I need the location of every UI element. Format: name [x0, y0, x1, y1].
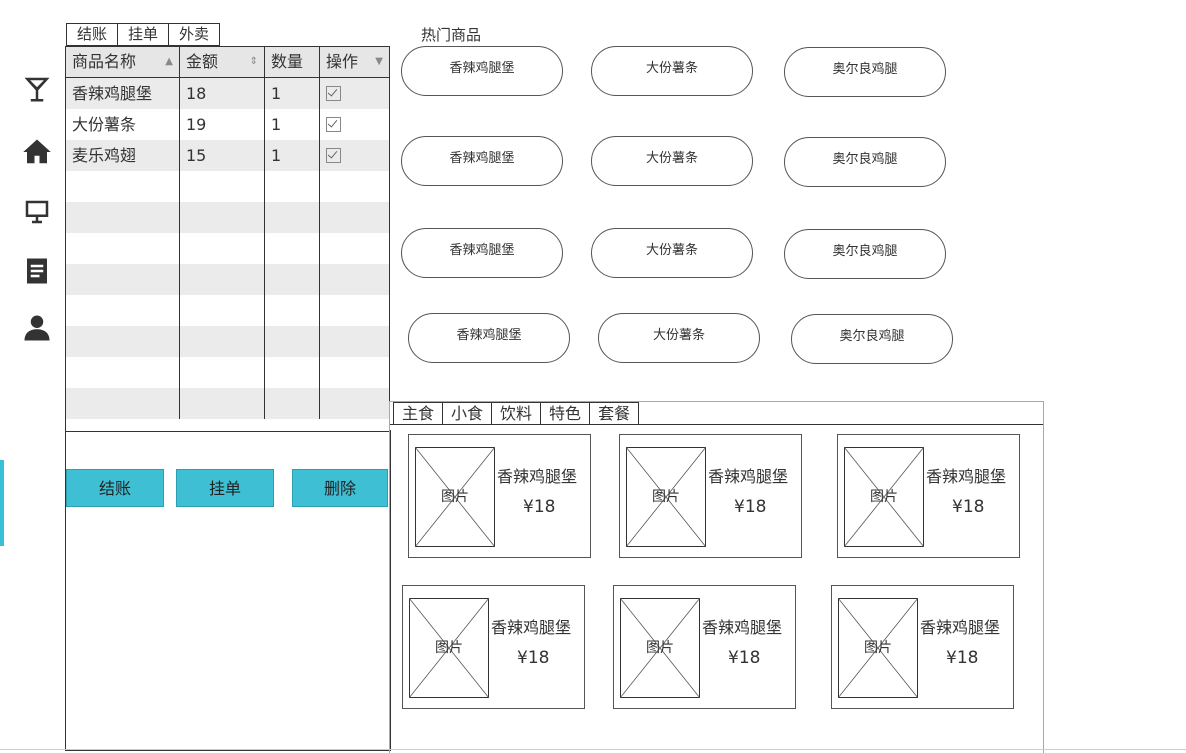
sort-asc-icon: ▲	[165, 56, 173, 67]
table-header: 商品名称 ▲ 金额 ⇕ 数量 操作 ▼	[66, 47, 389, 78]
cell-name: 麦乐鸡翅	[66, 140, 180, 171]
column-header-action[interactable]: 操作 ▼	[320, 47, 389, 77]
monitor-icon[interactable]	[22, 197, 52, 227]
document-icon[interactable]	[22, 256, 52, 286]
row-checkbox[interactable]	[326, 117, 341, 132]
image-label: 图片	[435, 640, 463, 656]
hot-item[interactable]: 大份薯条	[591, 228, 753, 278]
empty-row	[66, 357, 389, 388]
product-name: 香辣鸡腿堡	[702, 618, 783, 637]
hot-item[interactable]: 大份薯条	[591, 46, 753, 96]
empty-row	[66, 326, 389, 357]
cell-amount: 19	[180, 109, 265, 140]
empty-row	[66, 233, 389, 264]
table-row[interactable]: 麦乐鸡翅 15 1	[66, 140, 389, 171]
product-price: ¥18	[517, 648, 550, 668]
image-label: 图片	[646, 640, 674, 656]
product-name: 香辣鸡腿堡	[708, 467, 789, 486]
image-label: 图片	[652, 489, 680, 505]
product-card[interactable]: 图片 香辣鸡腿堡 ¥18	[402, 585, 585, 709]
product-name: 香辣鸡腿堡	[497, 467, 578, 486]
hot-item[interactable]: 香辣鸡腿堡	[401, 228, 563, 278]
delete-button[interactable]: 删除	[292, 469, 388, 507]
row-checkbox[interactable]	[326, 86, 341, 101]
empty-row	[66, 171, 389, 202]
product-name: 香辣鸡腿堡	[926, 467, 1007, 486]
product-price: ¥18	[523, 497, 556, 517]
page-bottom-border	[0, 749, 1186, 750]
cell-qty: 1	[265, 140, 320, 171]
product-card[interactable]: 图片 香辣鸡腿堡 ¥18	[831, 585, 1014, 709]
image-label: 图片	[870, 489, 898, 505]
dropdown-icon: ▼	[375, 56, 383, 67]
tab-takeout[interactable]: 外卖	[169, 23, 221, 45]
tab-hold[interactable]: 挂单	[118, 23, 170, 45]
column-header-qty[interactable]: 数量	[265, 47, 320, 77]
tab-combo[interactable]: 套餐	[590, 402, 640, 425]
product-price: ¥18	[734, 497, 767, 517]
image-label: 图片	[441, 489, 469, 505]
product-price: ¥18	[946, 648, 979, 668]
empty-row	[66, 264, 389, 295]
cell-amount: 18	[180, 78, 265, 109]
tab-staple[interactable]: 主食	[393, 402, 444, 425]
product-card[interactable]: 图片 香辣鸡腿堡 ¥18	[613, 585, 796, 709]
cell-name: 大份薯条	[66, 109, 180, 140]
product-price: ¥18	[728, 648, 761, 668]
divider	[390, 424, 1043, 425]
hot-item[interactable]: 大份薯条	[591, 136, 753, 186]
category-tabs: 主食 小食 饮料 特色 套餐	[393, 402, 640, 425]
hot-item[interactable]: 奥尔良鸡腿	[784, 229, 946, 279]
product-card[interactable]: 图片 香辣鸡腿堡 ¥18	[408, 434, 591, 558]
tab-drinks[interactable]: 饮料	[492, 402, 542, 425]
product-card[interactable]: 图片 香辣鸡腿堡 ¥18	[837, 434, 1020, 558]
cell-amount: 15	[180, 140, 265, 171]
product-name: 香辣鸡腿堡	[491, 618, 572, 637]
hold-button[interactable]: 挂单	[176, 469, 274, 507]
checkout-button[interactable]: 结账	[66, 469, 164, 507]
column-header-amount[interactable]: 金额 ⇕	[180, 47, 265, 77]
column-header-name[interactable]: 商品名称 ▲	[66, 47, 180, 77]
table-row[interactable]: 香辣鸡腿堡 18 1	[66, 78, 389, 109]
hot-item[interactable]: 大份薯条	[598, 313, 760, 363]
cell-qty: 1	[265, 78, 320, 109]
tab-checkout[interactable]: 结账	[66, 23, 119, 45]
cart-table: 商品名称 ▲ 金额 ⇕ 数量 操作 ▼ 香辣鸡腿堡 18 1 大份薯条 19 1 麦乐…	[65, 46, 390, 432]
home-icon[interactable]	[22, 137, 52, 167]
hot-item[interactable]: 香辣鸡腿堡	[408, 313, 570, 363]
empty-row	[66, 202, 389, 233]
product-price: ¥18	[952, 497, 985, 517]
empty-row	[66, 295, 389, 326]
cocktail-icon[interactable]	[22, 74, 52, 104]
hot-item[interactable]: 奥尔良鸡腿	[791, 314, 953, 364]
cell-name: 香辣鸡腿堡	[66, 78, 180, 109]
hot-item[interactable]: 奥尔良鸡腿	[784, 47, 946, 97]
table-body: 香辣鸡腿堡 18 1 大份薯条 19 1 麦乐鸡翅 15 1	[66, 78, 389, 419]
sidebar-collapse-handle[interactable]	[0, 460, 4, 546]
empty-row	[66, 388, 389, 419]
cell-qty: 1	[265, 109, 320, 140]
user-icon[interactable]	[22, 313, 52, 343]
tab-snack[interactable]: 小食	[443, 402, 493, 425]
table-row[interactable]: 大份薯条 19 1	[66, 109, 389, 140]
hot-products-title: 热门商品	[421, 26, 482, 44]
image-label: 图片	[864, 640, 892, 656]
product-card[interactable]: 图片 香辣鸡腿堡 ¥18	[619, 434, 802, 558]
order-tabs: 结账 挂单 外卖	[66, 23, 221, 46]
product-name: 香辣鸡腿堡	[920, 618, 1001, 637]
hot-item[interactable]: 香辣鸡腿堡	[401, 136, 563, 186]
hot-item[interactable]: 香辣鸡腿堡	[401, 46, 563, 96]
sort-icon: ⇕	[249, 56, 258, 67]
tab-special[interactable]: 特色	[541, 402, 591, 425]
hot-item[interactable]: 奥尔良鸡腿	[784, 137, 946, 187]
row-checkbox[interactable]	[326, 148, 341, 163]
